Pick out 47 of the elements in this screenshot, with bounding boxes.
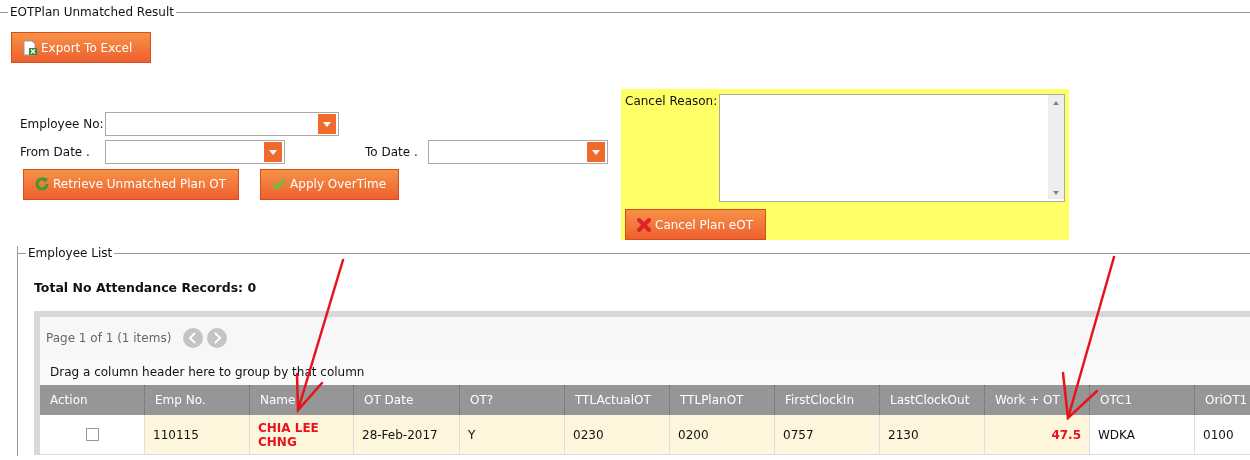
column-header[interactable]: OriOT1 [1195,385,1250,415]
dropdown-field[interactable] [105,140,285,164]
table-cell: 2130 [880,415,985,455]
section-title: Employee List [27,246,114,260]
column-header[interactable]: TTLActualOT [565,385,670,415]
table-cell: WDKA [1090,415,1195,455]
cancel-button[interactable]: Cancel Plan eOT [625,209,766,240]
checkbox[interactable] [85,428,99,441]
table-cell: 110115 [145,415,250,455]
table-cell: 0757 [775,415,880,455]
column-header[interactable]: OTC1 [1090,385,1195,415]
apply-button[interactable]: Apply OverTime [260,168,400,200]
table-cell: 47.5 [985,415,1090,455]
table-cell: 0230 [565,415,670,455]
column-header[interactable]: LastClockOut [880,385,985,415]
table-cell: 28-Feb-2017 [354,415,460,455]
column-header[interactable]: Emp No. [145,385,250,415]
table-cell: CHIA LEE CHNG [250,415,354,455]
field-label: From Date . [20,145,91,159]
section-title: EOTPlan Unmatched Result [9,5,175,19]
retrieve-button[interactable]: Retrieve Unmatched Plan OT [23,168,240,200]
check-icon [271,176,288,192]
column-header[interactable]: TTLPlanOT [670,385,775,415]
refresh-icon [34,176,50,192]
table-cell: 0100 [1195,415,1250,455]
column-header[interactable]: OT? [460,385,565,415]
pager-text: Page 1 of 1 (1 items) [46,331,172,345]
record-count: Total No Attendance Records: 0 [34,280,258,297]
next-page-icon [207,328,228,348]
field-label: Employee No: [20,117,105,131]
column-header[interactable]: Action [40,385,145,415]
dropdown-field[interactable] [428,140,608,164]
column-header[interactable]: FirstClockIn [775,385,880,415]
spreadsheet-icon [22,39,38,56]
table-cell: 0200 [670,415,775,455]
column-header[interactable]: OT Date [354,385,460,415]
table-cell: Y [460,415,565,455]
scrollbar-icon [1048,95,1064,199]
field-label: Cancel Reason: [625,94,719,110]
dropdown-field[interactable] [105,112,339,136]
previous-page-icon [183,328,204,348]
export-button[interactable]: Export To Excel [11,32,151,63]
cross-icon [636,216,652,233]
field-label: To Date . [365,145,419,159]
column-header[interactable]: Name [250,385,354,415]
column-header[interactable]: Work + OT [985,385,1090,415]
reason-field[interactable] [718,94,1065,202]
